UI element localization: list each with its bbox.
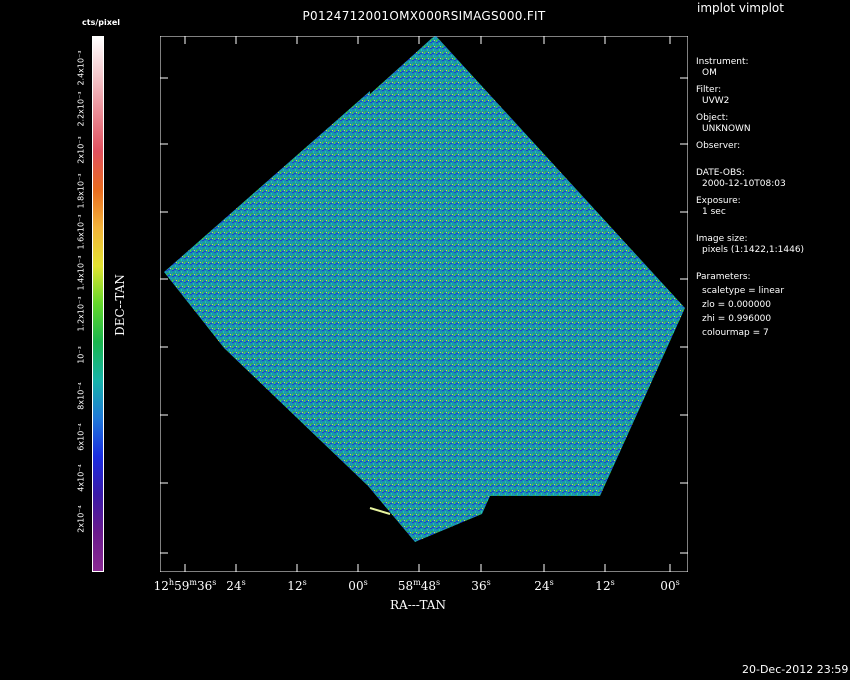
plot-title: P0124712001OMX000RSIMAGS000.FIT <box>302 9 546 23</box>
x-tick-label: 12s <box>287 578 307 593</box>
x-tick-label: 00s <box>660 578 680 593</box>
info-panel: Instrument: OM Filter: UVW2 Object: UNKN… <box>696 57 846 339</box>
x-tick-label: 00s <box>348 578 368 593</box>
x-tick-label: 12h59m36s <box>153 578 217 593</box>
colorbar-tick-label: 1.6x10⁻³ <box>76 214 86 250</box>
observer-label: Observer: <box>696 141 741 151</box>
x-tick-label: 36s <box>471 578 491 593</box>
exposure-value: 1 sec <box>702 207 726 217</box>
param-zhi: zhi = 0.996000 <box>702 314 772 324</box>
plot-area <box>160 36 688 572</box>
x-tick-label: 24s <box>534 578 554 593</box>
filter-value: UVW2 <box>702 96 730 106</box>
timestamp: 20-Dec-2012 23:59 <box>742 663 849 676</box>
colorbar-tick-label: 1.4x10⁻³ <box>76 255 86 291</box>
parameters-label: Parameters: <box>696 272 751 282</box>
image-artifact <box>369 507 391 515</box>
image-size-value: pixels (1:1422,1:1446) <box>702 245 805 255</box>
instrument-label: Instrument: <box>696 57 749 67</box>
y-axis-label: DEC--TAN <box>113 274 127 336</box>
exposure-label: Exposure: <box>696 196 741 206</box>
filter-label: Filter: <box>696 85 722 95</box>
colorbar-tick-label: 8x10⁻⁴ <box>76 382 86 410</box>
colorbar-tick-label: 1.8x10⁻³ <box>76 173 86 209</box>
object-value: UNKNOWN <box>702 124 751 134</box>
colorbar-tick-label: 4x10⁻⁴ <box>76 464 86 492</box>
window-title: implot vimplot <box>697 1 784 15</box>
x-tick-label: 24s <box>226 578 246 593</box>
sky-image <box>164 36 685 542</box>
colorbar-tick-label: 6x10⁻⁴ <box>76 423 86 451</box>
instrument-value: OM <box>702 68 717 78</box>
x-tick-label: 12s <box>595 578 615 593</box>
param-colourmap: colourmap = 7 <box>702 328 769 338</box>
colorbar-unit-label: cts/pixel <box>82 18 121 27</box>
colorbar-tick-label: 1.2x10⁻³ <box>76 296 86 332</box>
param-zlo: zlo = 0.000000 <box>702 300 771 310</box>
x-tick-label: 58m48s <box>397 578 441 593</box>
colorbar-tick-label: 2x10⁻³ <box>76 136 86 164</box>
param-scaletype: scaletype = linear <box>702 286 785 296</box>
date-obs-label: DATE-OBS: <box>696 168 745 178</box>
colorbar-tick-labels: 2.4x10⁻³ 2.2x10⁻³ 2x10⁻³ 1.8x10⁻³ 1.6x10⁻³ 1.… <box>70 36 94 572</box>
x-axis-label: RA---TAN <box>390 598 446 612</box>
colorbar-tick-label: 2.4x10⁻³ <box>76 50 86 86</box>
colorbar-tick-label: 10⁻³ <box>76 346 86 364</box>
colorbar-tick-label: 2x10⁻⁴ <box>76 505 86 533</box>
image-size-label: Image size: <box>696 234 748 244</box>
date-obs-value: 2000-12-10T08:03 <box>702 179 786 189</box>
object-label: Object: <box>696 113 729 123</box>
colorbar-tick-label: 2.2x10⁻³ <box>76 91 86 127</box>
